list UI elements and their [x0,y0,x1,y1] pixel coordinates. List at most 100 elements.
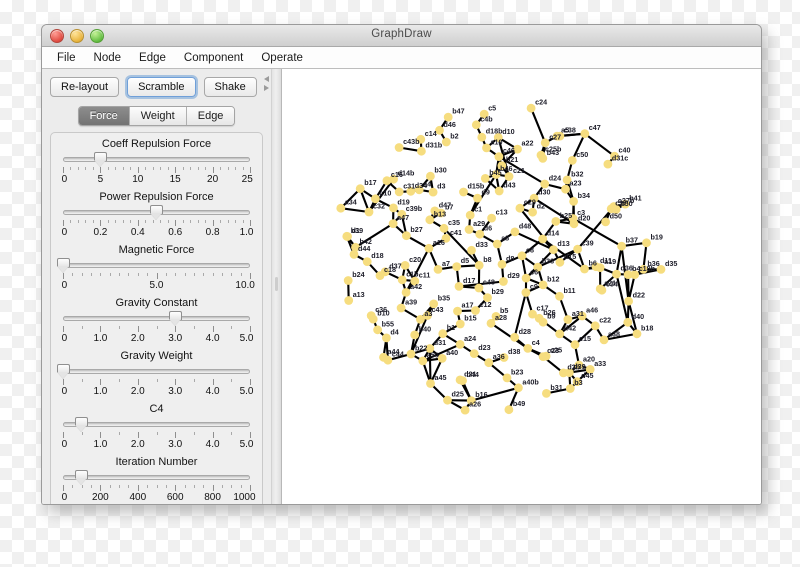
graph-node-label: b35 [438,293,450,302]
graph-node-label: d17 [463,276,475,285]
slider-tick-label: 25 [242,174,253,185]
slider-track[interactable] [63,475,250,480]
graph-node-label: c25 [550,346,562,355]
graph-drawing[interactable]: d8b8a8d29d33c8c48d6c6d5d48b29a29b33d17c1… [282,69,761,505]
slider-thumb[interactable] [150,205,163,220]
slider-thumb[interactable] [169,311,182,326]
graph-node-label: c22 [599,315,611,324]
slider-c4[interactable] [63,418,250,431]
menu-item-component[interactable]: Component [175,50,252,66]
graph-node-label: b12 [547,274,559,283]
graph-node-label: b36 [647,259,659,268]
graph-node-label: b34 [578,191,590,200]
slider-track[interactable] [63,263,250,268]
slider-group: Magnetic Force05.010.0 [51,243,262,296]
slider-thumb[interactable] [57,258,70,273]
slider-tick-label: 4.0 [206,439,220,450]
pane-splitter[interactable] [271,69,282,505]
graph-node-label: d47 [439,200,451,209]
slider-tick-label: 0 [62,227,68,238]
slider-gravity-weight[interactable] [63,365,250,378]
slider-tick-label: 0 [62,333,68,344]
graph-node-label: c35 [448,218,460,227]
slider-tick-label: 0 [62,439,68,450]
tab-weight[interactable]: Weight [130,107,187,125]
graph-node-label: c10 [379,188,391,197]
slider-tick-label: 800 [204,492,221,503]
graph-node-label: d5 [461,256,469,265]
slider-thumb[interactable] [57,364,70,379]
slider-tick-label: 2.0 [131,333,145,344]
slider-tick-label: 200 [92,492,109,503]
chevron-left-icon[interactable] [264,76,269,82]
tab-force[interactable]: Force [79,107,130,125]
graph-node-label: d14 [547,229,559,238]
graph-node-label: c34 [606,280,618,289]
graph-node-label: b8 [483,255,491,264]
slider-thumb[interactable] [75,417,88,432]
action-toolbar: Re-layout Scramble Shake [42,69,271,97]
scramble-button[interactable]: Scramble [127,77,195,97]
slider-magnetic-force[interactable] [63,259,250,272]
graph-node-label: d30 [538,188,550,197]
graph-node-label: b30 [434,166,446,175]
slider-thumb[interactable] [75,470,88,485]
slider-coeff-repulsion-force[interactable] [63,153,250,166]
graph-node-label: b46 [500,164,512,173]
slider-iteration-number[interactable] [63,471,250,484]
slider-gravity-constant[interactable] [63,312,250,325]
slider-tick-label: 0 [62,492,68,503]
re-layout-button[interactable]: Re-layout [50,77,119,97]
slider-power-repulsion-force[interactable] [63,206,250,219]
slider-tick-labels: 01.02.03.04.05.0 [63,439,250,453]
graph-node-label: b3 [574,378,582,387]
graph-node-label: b13 [434,209,446,218]
graph-node-label: c46 [503,146,515,155]
slider-label: Magnetic Force [51,244,262,256]
slider-tick-label: 1000 [233,492,255,503]
graph-node-label: d1 [352,226,360,235]
graph-edge[interactable] [573,219,622,247]
graph-node-label: b10 [377,309,389,318]
graph-node-label: c4 [532,338,540,347]
menu-item-file[interactable]: File [48,50,85,66]
slider-tick-label: 2.0 [131,386,145,397]
shake-button[interactable]: Shake [204,77,257,97]
slider-track[interactable] [63,316,250,321]
graph-node-label: d34 [415,181,427,190]
graph-node-label: b27 [410,225,422,234]
toolbar-overflow-arrows[interactable] [264,76,269,91]
graph-edge[interactable] [585,134,615,157]
graph-node-label: d10 [502,127,514,136]
graph-node-label: b19 [651,232,663,241]
graph-node-label: b17 [364,178,376,187]
tab-edge[interactable]: Edge [187,107,235,125]
graph-node-label: b6 [589,259,597,268]
slider-track[interactable] [63,422,250,427]
slider-tick-label: 3.0 [168,439,182,450]
slider-track[interactable] [63,369,250,374]
slider-track[interactable] [63,157,250,162]
splitter-grip[interactable] [275,277,278,291]
graph-node-label: c8 [526,245,534,254]
slider-thumb[interactable] [94,152,107,167]
graph-node-label: d18 [371,251,383,260]
graph-node-label: a40b [522,377,539,386]
graph-node-label: c43 [432,305,444,314]
graph-node-label: c18 [384,265,396,274]
menu-item-edge[interactable]: Edge [130,50,175,66]
graph-node-label: d22 [633,291,645,300]
graph-node-label: c32 [373,202,385,211]
menu-item-node[interactable]: Node [85,50,131,66]
graph-canvas[interactable]: d8b8a8d29d33c8c48d6c6d5d48b29a29b33d17c1… [282,69,761,505]
menu-item-operate[interactable]: Operate [252,50,312,66]
graph-node-label: c50 [576,150,588,159]
graph-node-label: d28 [519,327,531,336]
graph-node-label: a17 [462,301,474,310]
chevron-right-icon[interactable] [264,85,269,91]
slider-tick-label: 400 [129,492,146,503]
graph-node-label: c40 [619,146,631,155]
graph-node-label: b47 [452,107,464,116]
graph-node-label: b31 [550,383,562,392]
graph-node-label: c48 [483,278,495,287]
